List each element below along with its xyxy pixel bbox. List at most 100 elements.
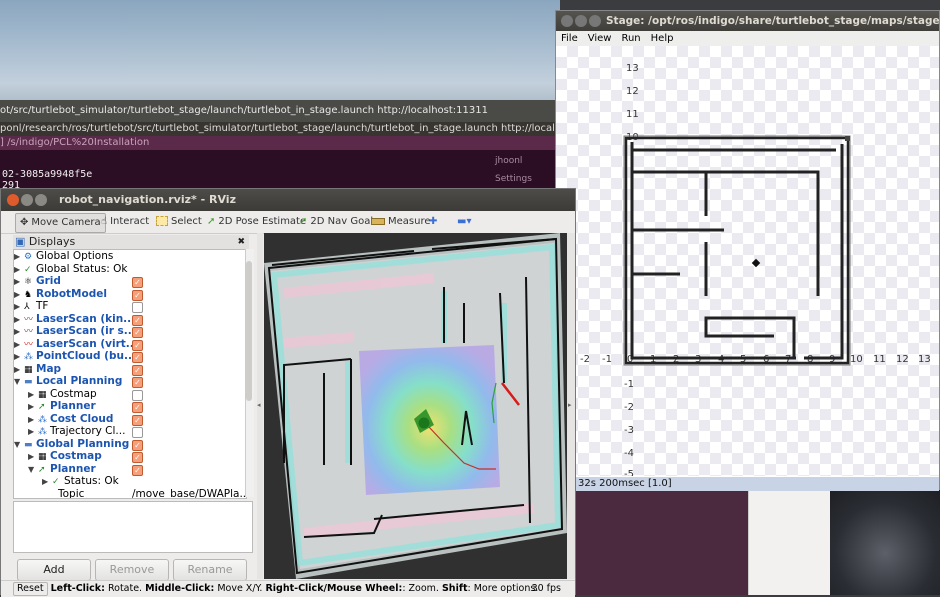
status-hint-bold: Shift (441, 583, 468, 594)
menu-run[interactable]: Run (621, 33, 640, 44)
tree-item[interactable]: ▶ ⚛ Grid (14, 275, 61, 288)
menu-file[interactable]: File (561, 33, 578, 44)
topic-value[interactable]: /move_base/DWAPla... (132, 488, 246, 499)
tree-item[interactable]: ▶ ✓ Global Status: Ok (14, 263, 128, 276)
tree-item[interactable]: ▶ 〰 LaserScan (virt... (14, 338, 138, 351)
select-button[interactable]: Select (156, 213, 202, 231)
tree-item-label: Cost Cloud (50, 412, 114, 425)
reset-button[interactable]: Reset (13, 582, 48, 596)
add-button[interactable]: Add (17, 559, 91, 581)
checkbox[interactable] (132, 389, 143, 401)
ruler-icon (371, 217, 385, 225)
rename-button[interactable]: Rename (173, 559, 247, 581)
checkbox[interactable]: ✓ (132, 452, 143, 463)
status-hint-bold: Middle-Click: (145, 583, 215, 594)
maximize-icon[interactable] (589, 15, 601, 27)
tree-item[interactable]: Topic (58, 488, 84, 499)
tree-item[interactable]: ▶ ✓ Status: Ok (42, 475, 119, 488)
checkbox[interactable]: ✓ (132, 464, 143, 476)
expand-arrow-icon[interactable]: ▶ (42, 476, 52, 489)
checkbox[interactable]: ✓ (132, 352, 143, 363)
stage-status-text: 32s 200msec [1.0] (578, 478, 672, 489)
nav-goal-button[interactable]: ➚ 2D Nav Goal (299, 213, 373, 231)
close-icon[interactable] (561, 15, 573, 27)
tree-item-label: Planner (50, 462, 96, 475)
maximize-icon[interactable] (35, 194, 47, 206)
stage-status: 32s 200msec [1.0] (574, 477, 939, 491)
add-tool-button[interactable]: ✚ (429, 213, 437, 231)
checkbox[interactable]: ✓ (132, 414, 143, 426)
tree-item[interactable]: ▶ ➚ Planner (28, 400, 96, 413)
close-icon[interactable] (7, 194, 19, 206)
tree-item[interactable]: ▶ ♞ RobotModel (14, 288, 107, 301)
terminal-tab-2[interactable]: ponl/research/ros/turtlebot/src/turtlebo… (0, 122, 570, 136)
tree-item-label: Grid (36, 275, 61, 287)
remove-button[interactable]: Remove (95, 559, 169, 581)
stage-canvas[interactable]: 13 12 11 10 -1 -2 -3 -4 -5 -2 -1 0 1 2 3… (556, 46, 939, 476)
collapse-right-icon[interactable]: ▸ (568, 401, 572, 409)
checkbox[interactable]: ✓ (132, 289, 143, 301)
remove-tool-button[interactable]: ▬▾ (457, 213, 471, 231)
checkbox[interactable]: ✓ (132, 339, 143, 351)
checkbox[interactable]: ✓ (132, 377, 143, 388)
collapse-left-icon[interactable]: ◂ (257, 401, 261, 409)
tree-item-label: Global Planning (36, 437, 130, 450)
checkbox[interactable]: ✓ (132, 402, 143, 413)
render-viewport[interactable] (264, 233, 567, 579)
panel-splitter-right[interactable]: ▸ (567, 233, 575, 579)
stage-menubar: File View Run Help (556, 31, 939, 46)
terminal-tab-1[interactable]: ot/src/turtlebot_simulator/turtlebot_sta… (0, 100, 570, 122)
tree-item[interactable]: ▶ ⁂ PointCloud (bu... (14, 350, 136, 363)
tree-item-label: Status: Ok (64, 475, 119, 487)
terminal-side-link-2[interactable]: Settings (495, 174, 532, 184)
tree-item-label: TF (36, 300, 49, 312)
move-camera-label: Move Camera (31, 217, 101, 228)
pose-estimate-button[interactable]: ➚ 2D Pose Estimate (207, 213, 306, 231)
tree-item[interactable]: ▶ ⅄ TF (14, 300, 48, 313)
collapse-arrow-icon[interactable]: ▼ (14, 376, 24, 389)
checkbox[interactable]: ✓ (132, 364, 143, 376)
collapse-arrow-icon[interactable]: ▼ (14, 439, 24, 452)
checkbox[interactable]: ✓ (132, 327, 143, 338)
displays-label: Displays (28, 235, 76, 248)
collapse-arrow-icon[interactable]: ▼ (28, 464, 38, 477)
tree-item[interactable]: ▶ ⚙ Global Options (14, 250, 113, 263)
checkbox[interactable]: ✓ (132, 277, 143, 288)
close-icon[interactable]: ✖ (237, 235, 245, 249)
tree-item[interactable]: ▼ ➚ Planner (28, 463, 96, 476)
minimize-icon[interactable] (21, 194, 33, 206)
rviz-titlebar[interactable]: robot_navigation.rviz* - RViz (1, 189, 575, 211)
tree-item[interactable]: ▼ ▬ Global Planning (14, 438, 129, 451)
tree-item[interactable]: ▶ ⁂ Trajectory Cl... (28, 425, 125, 438)
tree-item-label: Trajectory Cl... (50, 425, 126, 437)
tree-scrollbar-thumb[interactable] (246, 261, 252, 401)
terminal-side-link-1[interactable]: jhoonl (495, 156, 522, 166)
tree-item-label: Global Options (36, 250, 114, 262)
tree-item[interactable]: ▶ 〰 LaserScan (kin... (14, 313, 135, 326)
tree-item[interactable]: ▶ ▦ Map (14, 363, 61, 376)
checkbox[interactable] (132, 427, 143, 438)
hand-icon: ☝ (101, 216, 108, 227)
tree-item[interactable]: ▶ ▦ Costmap (28, 388, 97, 401)
tree-item-label: LaserScan (virt... (36, 337, 138, 350)
measure-button[interactable]: Measure (371, 213, 431, 231)
menu-help[interactable]: Help (651, 33, 674, 44)
checkbox[interactable] (132, 302, 143, 313)
status-hint-bold: Left-Click: (50, 583, 105, 594)
panel-splitter[interactable]: ◂ (257, 233, 263, 579)
tree-item[interactable]: ▶ 〰 LaserScan (ir s... (14, 325, 136, 338)
tree-item-label: Map (36, 362, 62, 375)
tree-item[interactable]: ▶ ▦ Costmap (28, 450, 102, 463)
move-camera-button[interactable]: ✥ Move Camera (15, 213, 106, 233)
status-hint: Move X/Y. (214, 583, 266, 594)
stage-titlebar[interactable]: Stage: /opt/ros/indigo/share/turtlebot_s… (556, 11, 939, 31)
tree-item-label: Planner (50, 400, 96, 412)
checkbox[interactable]: ✓ (132, 439, 143, 451)
tree-item-label: LaserScan (ir s... (36, 325, 136, 337)
minimize-icon[interactable] (575, 15, 587, 27)
checkbox[interactable]: ✓ (132, 314, 143, 326)
menu-view[interactable]: View (588, 33, 612, 44)
tree-item[interactable]: ▼ ▬ Local Planning (14, 375, 122, 388)
interact-button[interactable]: ☝ Interact (101, 213, 149, 231)
tree-item[interactable]: ▶ ⁂ Cost Cloud (28, 413, 113, 426)
